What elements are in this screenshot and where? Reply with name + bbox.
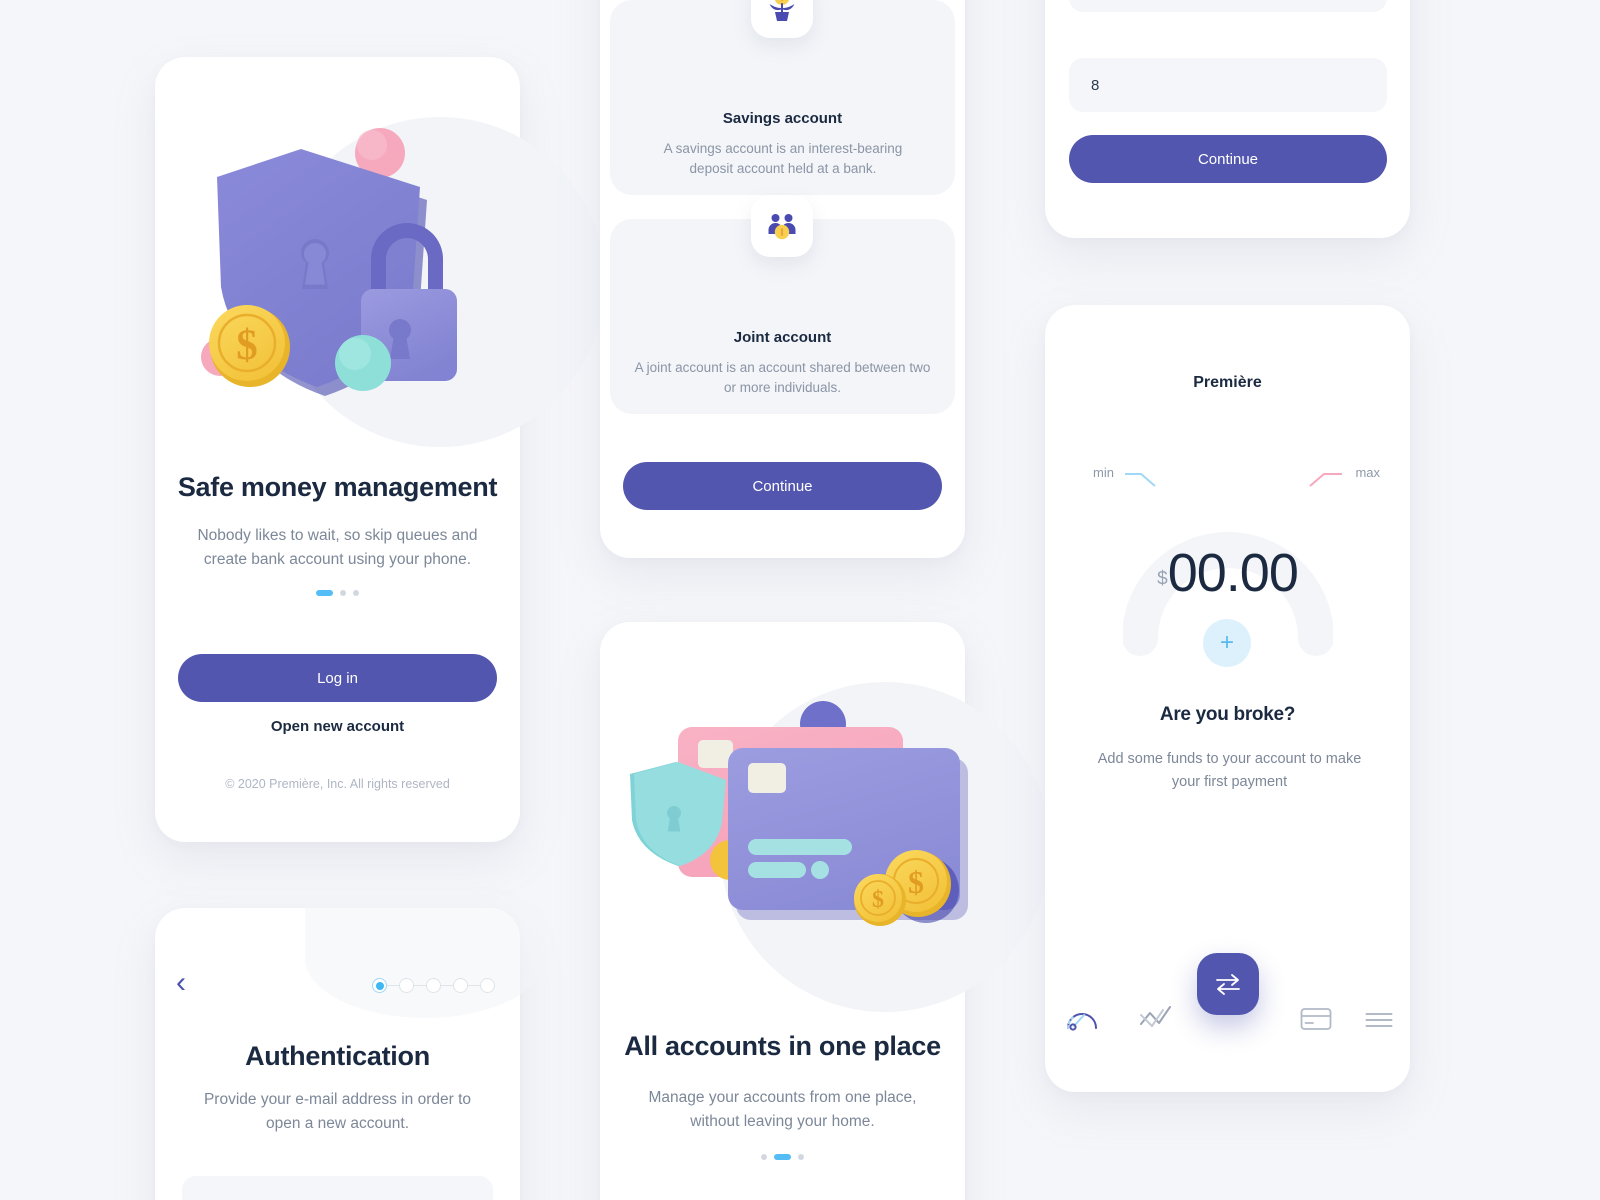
promo-pager-dot-1[interactable] <box>761 1154 767 1160</box>
accounts-promo-title: All accounts in one place <box>624 1031 941 1061</box>
accounts-promo-subtitle: Manage your accounts from one place, wit… <box>648 1089 917 1130</box>
login-button[interactable]: Log in <box>178 654 497 702</box>
speedometer-icon[interactable] <box>1065 1004 1099 1037</box>
empty-state-title: Are you broke? <box>1159 704 1296 725</box>
onboarding-pager[interactable] <box>155 590 520 596</box>
menu-icon[interactable] <box>1365 1010 1393 1035</box>
plant-coin-icon <box>751 0 813 38</box>
wallet-card: Première min max $00.00 + Are you broke?… <box>1045 305 1410 1092</box>
back-button[interactable]: ‹ <box>176 968 186 998</box>
auth-step-progress <box>372 978 495 993</box>
credit-cards-shield-coins-illustration: $ $ <box>608 662 968 962</box>
address-form-card: Continue <box>1045 0 1410 238</box>
account-option-joint[interactable]: Joint account A joint account is an acco… <box>610 195 955 414</box>
add-funds-button[interactable]: + <box>1203 619 1251 667</box>
joint-option-description: A joint account is an account shared bet… <box>634 360 931 395</box>
step-line-3 <box>441 984 453 987</box>
svg-text:$: $ <box>872 887 884 913</box>
step-line-1 <box>387 984 399 987</box>
decorative-blob-auth <box>305 898 545 1018</box>
people-coin-icon <box>751 195 813 257</box>
screenshot-stage: $ Safe money management Nobody likes to … <box>0 0 1600 1200</box>
gauge-min-label-group: min <box>1093 465 1183 487</box>
accounts-promo-card: $ $ All accounts in one place Manage you… <box>600 622 1050 1200</box>
bottom-navigation <box>1045 953 1410 1047</box>
joint-option-title: Joint account <box>733 329 832 346</box>
authentication-card: ‹ Authentication Provide your e-mail add… <box>155 898 545 1200</box>
gauge-max-label-group: max <box>1290 465 1380 487</box>
onboarding-subtitle: Nobody likes to wait, so skip queues and… <box>197 527 478 568</box>
analytics-chart-icon[interactable] <box>1139 1004 1173 1037</box>
balance-display: $00.00 <box>1045 542 1410 604</box>
authentication-title: Authentication <box>245 1041 430 1071</box>
authentication-subtitle: Provide your e-mail address in order to … <box>203 1091 472 1132</box>
gauge-max-label: max <box>1355 465 1380 480</box>
step-line-4 <box>468 984 480 987</box>
email-field[interactable] <box>182 1176 493 1200</box>
savings-option-title: Savings account <box>722 110 843 127</box>
onboarding-card: $ Safe money management Nobody likes to … <box>155 57 605 842</box>
step-node-5[interactable] <box>480 978 495 993</box>
balance-value: 00.00 <box>1167 543 1299 603</box>
street-field[interactable] <box>1069 0 1387 12</box>
address-continue-button[interactable]: Continue <box>1069 135 1387 183</box>
account-type-continue-button[interactable]: Continue <box>623 462 942 510</box>
promo-pager-dot-3[interactable] <box>798 1154 804 1160</box>
accounts-promo-pager[interactable] <box>600 1154 965 1160</box>
copyright-text: © 2020 Première, Inc. All rights reserve… <box>225 777 450 791</box>
shield-lock-coin-illustration: $ <box>175 107 500 457</box>
step-node-4[interactable] <box>453 978 468 993</box>
svg-text:$: $ <box>908 864 924 900</box>
step-node-1[interactable] <box>372 978 387 993</box>
svg-text:$: $ <box>236 322 258 369</box>
promo-pager-dot-2[interactable] <box>774 1154 791 1160</box>
gauge-min-label: min <box>1093 465 1114 480</box>
savings-option-description: A savings account is an interest-bearing… <box>663 141 903 176</box>
currency-symbol: $ <box>1157 568 1168 590</box>
step-node-3[interactable] <box>426 978 441 993</box>
account-option-savings[interactable]: Savings account A savings account is an … <box>610 0 955 195</box>
account-type-card: Savings account A savings account is an … <box>600 0 965 558</box>
transfer-arrows-icon[interactable] <box>1197 953 1259 1015</box>
house-number-field[interactable] <box>1069 58 1387 112</box>
onboarding-title: Safe money management <box>177 472 498 502</box>
credit-card-icon[interactable] <box>1300 1006 1332 1037</box>
step-node-2[interactable] <box>399 978 414 993</box>
empty-state-subtitle: Add some funds to your account to make y… <box>1097 751 1362 790</box>
pager-dot-2[interactable] <box>340 590 346 596</box>
pager-dot-3[interactable] <box>353 590 359 596</box>
wallet-brand-title: Première <box>1193 374 1262 391</box>
step-line-2 <box>414 984 426 987</box>
pager-dot-1[interactable] <box>316 590 333 596</box>
open-new-account-button[interactable]: Open new account <box>155 718 520 735</box>
